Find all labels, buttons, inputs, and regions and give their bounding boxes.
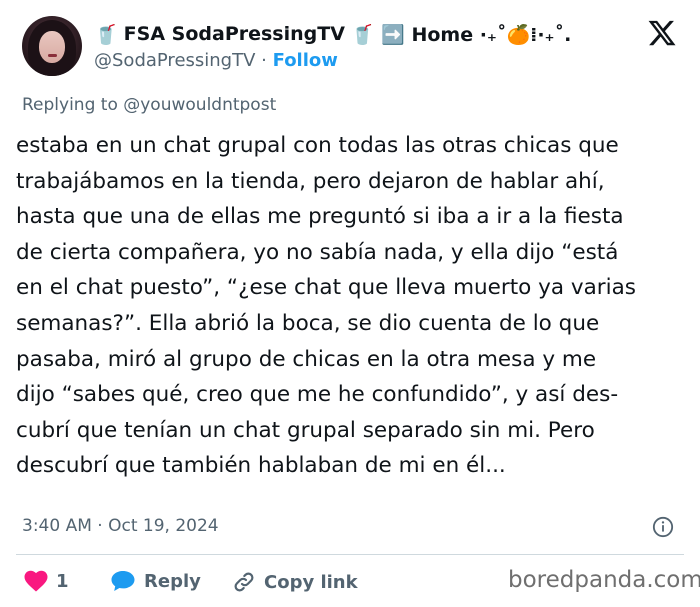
tweet-text: estaba en un chat grupal con todas las o… xyxy=(16,128,692,484)
reply-button[interactable]: Reply xyxy=(110,570,201,592)
avatar[interactable] xyxy=(22,16,82,76)
replying-to-prefix: Replying to xyxy=(22,95,118,115)
info-icon[interactable] xyxy=(652,516,674,538)
replying-to: Replying to @youwouldntpost xyxy=(22,95,276,115)
date[interactable]: Oct 19, 2024 xyxy=(108,516,219,536)
tweet-header: 🥤 FSA SodaPressingTV 🥤 ➡️ Home ·₊˚🍊⁞·₊˚.… xyxy=(0,0,700,90)
copy-link-button[interactable]: Copy link xyxy=(232,570,358,594)
tweet-line: en el chat puesto”, “¿ese chat que lleva… xyxy=(16,275,636,301)
reply-label: Reply xyxy=(144,570,201,592)
copy-link-label: Copy link xyxy=(264,571,358,593)
tweet-line: pasaba, miró al grupo de chicas en la ot… xyxy=(16,346,597,372)
like-count: 1 xyxy=(56,570,69,592)
x-logo-icon[interactable] xyxy=(646,18,678,48)
timestamp[interactable]: 3:40 AM · Oct 19, 2024 xyxy=(22,516,219,536)
speech-bubble-icon xyxy=(111,571,135,591)
display-name-text[interactable]: FSA SodaPressingTV xyxy=(124,23,345,45)
tweet-line: descubrí que también hablaban de mi en é… xyxy=(16,453,506,479)
display-name[interactable]: 🥤 FSA SodaPressingTV 🥤 ➡️ Home ·₊˚🍊⁞·₊˚. xyxy=(94,22,571,46)
watermark: boredpanda.com xyxy=(508,567,700,593)
tweet-line: dijo “sabes qué, creo que me he confundi… xyxy=(16,382,619,408)
link-icon xyxy=(234,572,254,592)
cup-emoji-icon: 🥤 xyxy=(94,23,118,46)
follow-button[interactable]: Follow xyxy=(273,50,338,71)
tweet-line: estaba en un chat grupal con todas las o… xyxy=(16,133,619,158)
like-button[interactable]: 1 xyxy=(24,570,69,592)
tweet-line: hasta que una de ellas me preguntó si ib… xyxy=(16,204,624,230)
display-name-suffix: 🥤 ➡️ Home ·₊˚🍊⁞·₊˚. xyxy=(350,23,572,46)
divider xyxy=(16,554,684,555)
tweet-line: cubrí que tenían un chat grupal separado… xyxy=(16,417,595,443)
tweet-line: de cierta compañera, yo no sabía nada, y… xyxy=(16,239,619,265)
tweet-line: trabajábamos en la tienda, pero dejaron … xyxy=(16,168,605,194)
time-separator: · xyxy=(97,516,103,536)
time[interactable]: 3:40 AM xyxy=(22,516,92,536)
tweet-line: semanas?”. Ella abrió la boca, se dio cu… xyxy=(16,310,600,336)
handle[interactable]: @SodaPressingTV xyxy=(94,50,255,71)
handle-separator: · xyxy=(261,50,267,71)
heart-icon xyxy=(24,570,48,592)
handle-line: @SodaPressingTV · Follow xyxy=(94,50,338,71)
replying-to-mention[interactable]: @youwouldntpost xyxy=(123,95,276,115)
